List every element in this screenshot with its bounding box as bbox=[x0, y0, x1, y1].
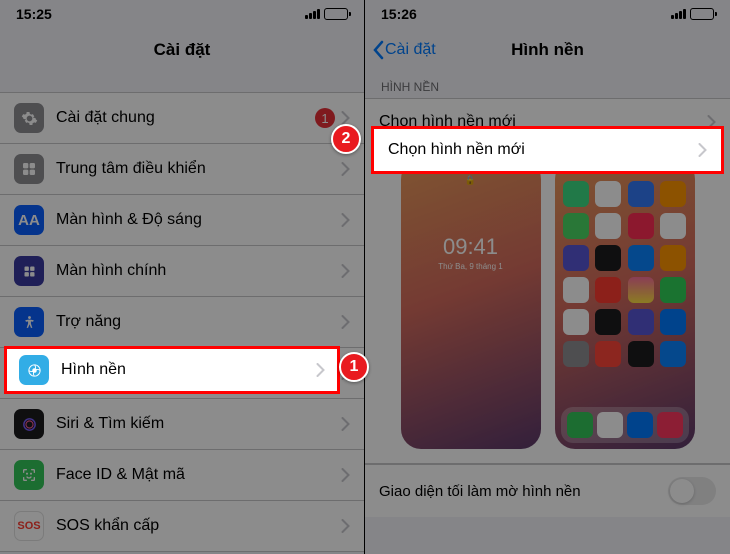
status-indicators bbox=[671, 8, 714, 20]
lock-time: 09:41 bbox=[401, 234, 541, 260]
chevron-right-icon bbox=[341, 519, 350, 533]
row-label: Siri & Tìm kiếm bbox=[56, 415, 335, 433]
control-center-icon bbox=[14, 154, 44, 184]
lock-screen-preview[interactable]: 🔒 09:41 Thứ Ba, 9 tháng 1 bbox=[401, 159, 541, 449]
status-bar: 15:25 bbox=[0, 0, 364, 28]
nav-header: Cài đặt bbox=[0, 28, 364, 72]
row-sos[interactable]: SOS SOS khẩn cấp bbox=[0, 501, 364, 551]
lock-icon: 🔒 bbox=[401, 175, 541, 186]
highlight-choose-wallpaper-row: Chọn hình nền mới bbox=[371, 126, 724, 174]
back-label: Cài đặt bbox=[385, 41, 436, 59]
row-label: Màn hình chính bbox=[56, 262, 335, 280]
back-button[interactable]: Cài đặt bbox=[371, 40, 436, 60]
row-dark-appearance-dims: Giao diện tối làm mờ hình nền bbox=[365, 464, 730, 517]
battery-icon bbox=[324, 8, 348, 20]
wallpaper-icon bbox=[19, 355, 49, 385]
chevron-right-icon bbox=[341, 111, 350, 125]
battery-icon bbox=[690, 8, 714, 20]
row-label: Hình nền bbox=[61, 361, 310, 379]
sos-icon: SOS bbox=[14, 511, 44, 541]
row-control-center[interactable]: Trung tâm điều khiển bbox=[0, 144, 364, 195]
app-grid bbox=[563, 181, 687, 367]
status-time: 15:25 bbox=[16, 6, 52, 22]
chevron-right-icon bbox=[341, 162, 350, 176]
settings-screen: 15:25 Cài đặt Cài đặt chung 1 Trung tâm … bbox=[0, 0, 365, 554]
nav-header: Cài đặt Hình nền bbox=[365, 28, 730, 72]
settings-list: Cài đặt chung 1 Trung tâm điều khiển AA … bbox=[0, 92, 364, 552]
dark-appearance-toggle[interactable] bbox=[668, 477, 716, 505]
row-label: Màn hình & Độ sáng bbox=[56, 211, 335, 229]
row-label: SOS khẩn cấp bbox=[56, 517, 335, 535]
row-label: Cài đặt chung bbox=[56, 109, 315, 127]
status-time: 15:26 bbox=[381, 6, 417, 22]
face-id-icon bbox=[14, 460, 44, 490]
chevron-right-icon bbox=[341, 468, 350, 482]
row-display-brightness[interactable]: AA Màn hình & Độ sáng bbox=[0, 195, 364, 246]
chevron-right-icon bbox=[341, 417, 350, 431]
wallpaper-preview: 🔒 09:41 Thứ Ba, 9 tháng 1 bbox=[365, 145, 730, 463]
signal-icon bbox=[305, 9, 320, 19]
chevron-right-icon bbox=[316, 363, 325, 377]
chevron-right-icon bbox=[341, 315, 350, 329]
status-indicators bbox=[305, 8, 348, 20]
accessibility-icon bbox=[14, 307, 44, 337]
row-siri-search[interactable]: Siri & Tìm kiếm bbox=[0, 399, 364, 450]
siri-icon bbox=[14, 409, 44, 439]
chevron-right-icon bbox=[698, 143, 707, 157]
row-face-id-passcode[interactable]: Face ID & Mật mã bbox=[0, 450, 364, 501]
signal-icon bbox=[671, 9, 686, 19]
annotation-step-1: 1 bbox=[339, 352, 369, 382]
row-general[interactable]: Cài đặt chung 1 bbox=[0, 93, 364, 144]
home-screen-preview[interactable] bbox=[555, 159, 695, 449]
row-label: Trợ năng bbox=[56, 313, 335, 331]
row-label: Chọn hình nền mới bbox=[388, 141, 692, 159]
row-label: Trung tâm điều khiển bbox=[56, 160, 335, 178]
chevron-left-icon bbox=[371, 40, 385, 60]
wallpaper-screen: 15:26 Cài đặt Hình nền HÌNH NỀN Chọn hìn… bbox=[365, 0, 730, 554]
chevron-right-icon bbox=[341, 264, 350, 278]
row-label: Face ID & Mật mã bbox=[56, 466, 335, 484]
lock-date: Thứ Ba, 9 tháng 1 bbox=[401, 262, 541, 271]
status-bar: 15:26 bbox=[365, 0, 730, 28]
toggle-label: Giao diện tối làm mờ hình nền bbox=[379, 483, 668, 500]
page-title: Hình nền bbox=[511, 40, 584, 60]
display-icon: AA bbox=[14, 205, 44, 235]
row-accessibility[interactable]: Trợ năng bbox=[0, 297, 364, 348]
chevron-right-icon bbox=[341, 213, 350, 227]
row-home-screen[interactable]: Màn hình chính bbox=[0, 246, 364, 297]
page-title: Cài đặt bbox=[154, 40, 211, 60]
home-screen-icon bbox=[14, 256, 44, 286]
notification-badge: 1 bbox=[315, 108, 335, 128]
section-header: HÌNH NỀN bbox=[365, 72, 730, 98]
dock bbox=[561, 407, 689, 443]
annotation-step-2: 2 bbox=[331, 124, 361, 154]
gear-icon bbox=[14, 103, 44, 133]
highlight-wallpaper-row: Hình nền bbox=[4, 346, 340, 394]
